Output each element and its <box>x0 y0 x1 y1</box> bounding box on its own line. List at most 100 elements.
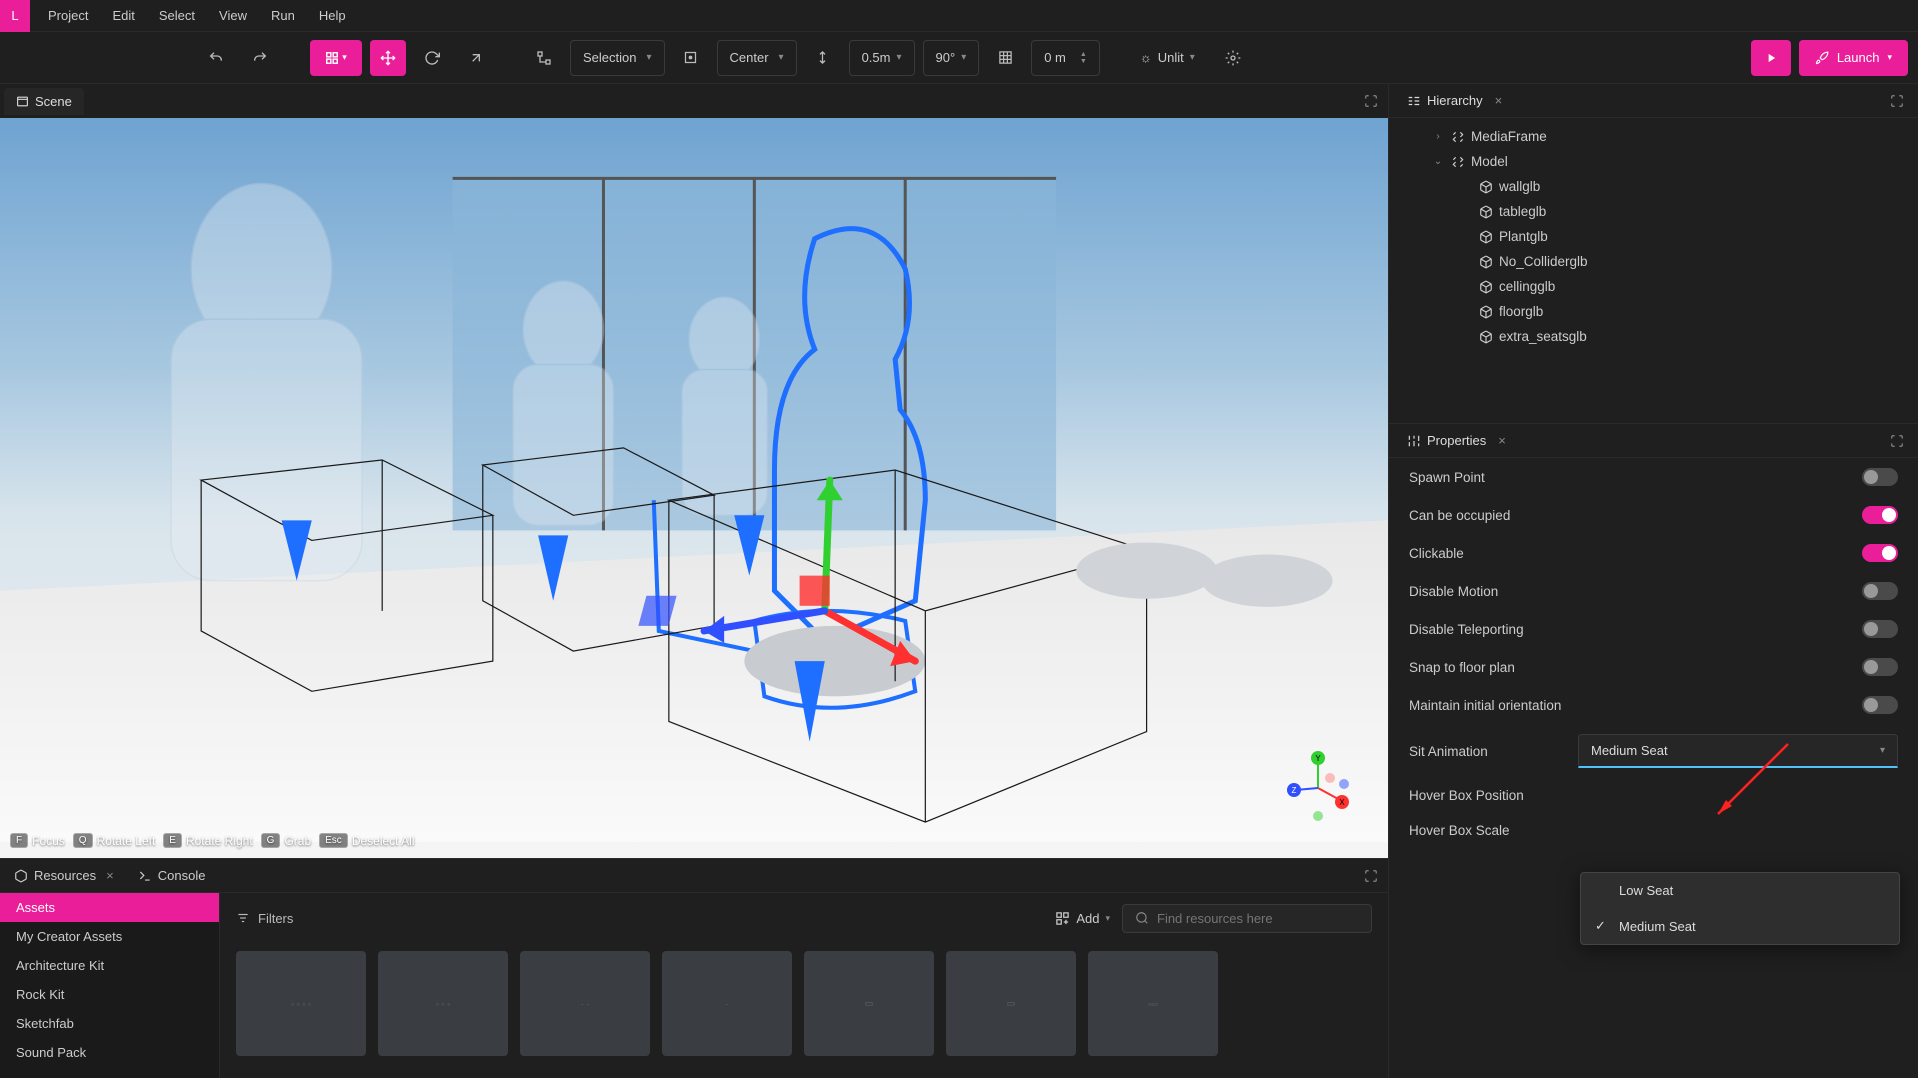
resources-category-item[interactable]: Sketchfab <box>0 1009 219 1038</box>
console-tab[interactable]: Console <box>128 862 216 889</box>
hierarchy-item[interactable]: No_Colliderglb <box>1389 249 1918 274</box>
hierarchy-item[interactable]: tableglb <box>1389 199 1918 224</box>
property-toggle[interactable] <box>1862 696 1898 714</box>
asset-thumbnail[interactable]: ▭ <box>804 951 934 1056</box>
stepper-up-icon[interactable]: ▲ <box>1080 51 1087 58</box>
add-button[interactable]: Add ▾ <box>1055 911 1110 926</box>
property-row: Clickable <box>1389 534 1918 572</box>
property-toggle[interactable] <box>1862 620 1898 638</box>
pivot-dropdown[interactable]: Center ▾ <box>717 40 797 76</box>
scale-tool-button[interactable] <box>458 40 494 76</box>
stepper-down-icon[interactable]: ▼ <box>1080 58 1087 65</box>
property-toggle[interactable] <box>1862 582 1898 600</box>
asset-thumbnail[interactable]: ▫▫▫ <box>1088 951 1218 1056</box>
resources-tab[interactable]: Resources × <box>4 862 124 889</box>
resources-category-item[interactable]: Assets <box>0 893 219 922</box>
hierarchy-item[interactable]: ⌄Model <box>1389 149 1918 174</box>
undo-button[interactable] <box>198 40 234 76</box>
resources-category-item[interactable]: Architecture Kit <box>0 951 219 980</box>
chevron-down-icon: ▾ <box>779 52 784 63</box>
menu-view[interactable]: View <box>207 0 259 31</box>
hierarchy-item[interactable]: extra_seatsglb <box>1389 324 1918 349</box>
property-toggle[interactable] <box>1862 506 1898 524</box>
frame-button[interactable] <box>673 40 709 76</box>
expand-chevron-icon[interactable]: › <box>1431 131 1445 142</box>
snap-angle-value: 90° <box>936 50 956 65</box>
close-icon[interactable]: × <box>1498 433 1506 448</box>
chevron-down-icon: ▾ <box>646 52 651 63</box>
grid-mode-button[interactable]: ▾ <box>310 40 362 76</box>
scene-tab-bar: Scene <box>0 84 1388 118</box>
snap-vertical-button[interactable] <box>805 40 841 76</box>
expand-panel-button[interactable] <box>1884 88 1910 114</box>
hierarchy-item[interactable]: floorglb <box>1389 299 1918 324</box>
lighting-dropdown[interactable]: ☼ Unlit ▾ <box>1128 40 1207 76</box>
cube-icon <box>1479 180 1493 194</box>
property-row: Can be occupied <box>1389 496 1918 534</box>
snap-angle-dropdown[interactable]: 90° ▾ <box>923 40 980 76</box>
hierarchy-item[interactable]: cellingglb <box>1389 274 1918 299</box>
hint-label: Rotate Left <box>97 834 156 848</box>
hierarchy-item[interactable]: wallglb <box>1389 174 1918 199</box>
scene-tab-label: Scene <box>35 94 72 109</box>
add-label: Add <box>1076 911 1099 926</box>
scene-tab[interactable]: Scene <box>4 88 84 115</box>
svg-text:Z: Z <box>1292 786 1297 795</box>
menu-edit[interactable]: Edit <box>100 0 146 31</box>
asset-thumbnail[interactable]: ◦ ◦ ◦ <box>378 951 508 1056</box>
settings-button[interactable] <box>1215 40 1251 76</box>
viewport-3d[interactable]: Y X Z FFocusQRotate LeftERotate RightGGr… <box>0 118 1388 858</box>
resources-category-item[interactable]: Sound Pack <box>0 1038 219 1067</box>
search-input[interactable] <box>1157 911 1359 926</box>
expand-panel-button[interactable] <box>1358 863 1384 889</box>
menu-help[interactable]: Help <box>307 0 358 31</box>
sit-animation-dropdown[interactable]: Medium Seat ▾ <box>1578 734 1898 768</box>
redo-button[interactable] <box>242 40 278 76</box>
grid-toggle-button[interactable] <box>987 40 1023 76</box>
resources-category-item[interactable]: My Creator Assets <box>0 922 219 951</box>
dropdown-option[interactable]: Low Seat <box>1581 873 1899 908</box>
sun-icon: ☼ <box>1140 50 1152 65</box>
dropdown-option[interactable]: ✓Medium Seat <box>1581 908 1899 944</box>
close-icon[interactable]: × <box>1495 93 1503 108</box>
grid-size-stepper[interactable]: 0 m ▲▼ <box>1031 40 1100 76</box>
move-tool-button[interactable] <box>370 40 406 76</box>
axis-gizmo[interactable]: Y X Z <box>1278 748 1358 828</box>
hierarchy-item[interactable]: ›MediaFrame <box>1389 124 1918 149</box>
expand-panel-button[interactable] <box>1884 428 1910 454</box>
expand-panel-button[interactable] <box>1358 88 1384 114</box>
asset-thumbnail[interactable]: · · <box>520 951 650 1056</box>
property-toggle[interactable] <box>1862 544 1898 562</box>
filters-button[interactable]: Filters <box>236 911 293 926</box>
hierarchy-item[interactable]: Plantglb <box>1389 224 1918 249</box>
snap-distance-dropdown[interactable]: 0.5m ▾ <box>849 40 915 76</box>
resources-category-item[interactable]: Rock Kit <box>0 980 219 1009</box>
menu-select[interactable]: Select <box>147 0 207 31</box>
launch-label: Launch <box>1837 50 1880 65</box>
property-label: Can be occupied <box>1409 508 1850 523</box>
asset-thumbnail[interactable]: · <box>662 951 792 1056</box>
cube-icon <box>1479 230 1493 244</box>
hint-label: Grab <box>284 834 311 848</box>
cube-icon <box>1479 330 1493 344</box>
chevron-down-icon: ▾ <box>1887 52 1892 63</box>
chevron-down-icon: ▾ <box>1105 913 1110 924</box>
property-row: Spawn Point <box>1389 458 1918 496</box>
expand-chevron-icon[interactable]: ⌄ <box>1431 156 1445 167</box>
close-icon[interactable]: × <box>106 868 114 883</box>
pivot-label: Center <box>730 50 769 65</box>
launch-button[interactable]: Launch ▾ <box>1799 40 1908 76</box>
menu-project[interactable]: Project <box>36 0 100 31</box>
menu-run[interactable]: Run <box>259 0 307 31</box>
play-button[interactable] <box>1751 40 1791 76</box>
asset-thumbnail[interactable]: ◦ ◦ ◦ ◦ <box>236 951 366 1056</box>
properties-tab[interactable]: Properties × <box>1397 429 1516 452</box>
property-toggle[interactable] <box>1862 468 1898 486</box>
rotate-tool-button[interactable] <box>414 40 450 76</box>
hierarchy-tool-button[interactable] <box>526 40 562 76</box>
selection-mode-dropdown[interactable]: Selection ▾ <box>570 40 665 76</box>
property-toggle[interactable] <box>1862 658 1898 676</box>
asset-thumbnail[interactable]: ▭ <box>946 951 1076 1056</box>
sit-animation-label: Sit Animation <box>1409 744 1566 759</box>
hierarchy-tab[interactable]: Hierarchy × <box>1397 89 1512 112</box>
